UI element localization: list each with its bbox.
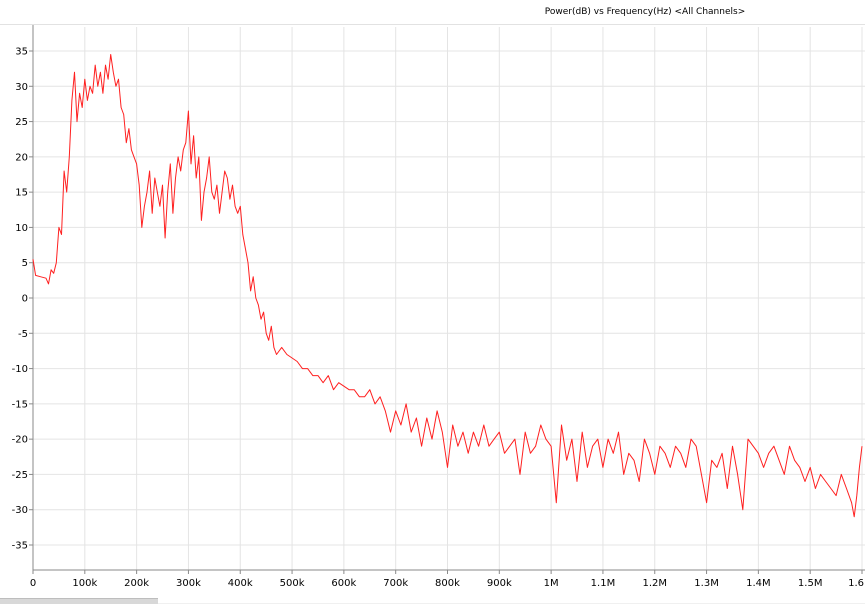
x-tick-label: 1.2M (642, 578, 667, 589)
y-tick-label: -30 (12, 505, 28, 516)
x-tick-label: 1M (544, 578, 559, 589)
y-tick-label: -5 (18, 329, 28, 340)
y-tick-label: 10 (15, 223, 28, 234)
x-tick-label: 300k (176, 578, 201, 589)
y-tick-label: 15 (15, 188, 28, 199)
x-tick-label: 1.6 (848, 578, 864, 589)
y-tick-label: 30 (15, 82, 28, 93)
x-tick-label: 0 (30, 578, 36, 589)
y-tick-label: -25 (12, 470, 28, 481)
y-tick-label: -10 (12, 364, 28, 375)
y-tick-label: 35 (15, 47, 28, 58)
x-tick-label: 1.3M (694, 578, 719, 589)
x-tick-label: 1.4M (746, 578, 771, 589)
x-tick-label: 1.1M (591, 578, 616, 589)
y-tick-label: -20 (12, 435, 28, 446)
chart-plot-area: 35 30 25 20 15 10 5 0 -5 -10 -15 -20 -25 -30 -35 0 100k… (12, 25, 865, 589)
chart-window: Power(dB) vs Frequency(Hz) <All Channels… (0, 0, 865, 604)
x-tick-label: 500k (280, 578, 305, 589)
y-tick-label: -35 (12, 541, 28, 552)
scrollbar-strip[interactable] (0, 598, 158, 604)
y-tick-label: -15 (12, 399, 28, 410)
x-tick-label: 800k (435, 578, 460, 589)
x-tick-label: 900k (487, 578, 512, 589)
x-tick-labels: 0 100k 200k 300k 400k 500k 600k 700k 800k 900k 1M 1… (30, 578, 864, 589)
x-tick-label: 700k (383, 578, 408, 589)
y-tick-label: 25 (15, 117, 28, 128)
x-tick-label: 600k (331, 578, 356, 589)
x-tick-label: 400k (228, 578, 253, 589)
x-tick-label: 200k (124, 578, 149, 589)
x-tick-label: 1.5M (798, 578, 823, 589)
x-tick-label: 100k (72, 578, 97, 589)
y-tick-labels: 35 30 25 20 15 10 5 0 -5 -10 -15 -20 -25 -30 -35 (12, 47, 28, 552)
y-tick-label: 20 (15, 152, 28, 163)
y-tick-label: 5 (22, 258, 28, 269)
y-tick-label: 0 (22, 294, 28, 305)
